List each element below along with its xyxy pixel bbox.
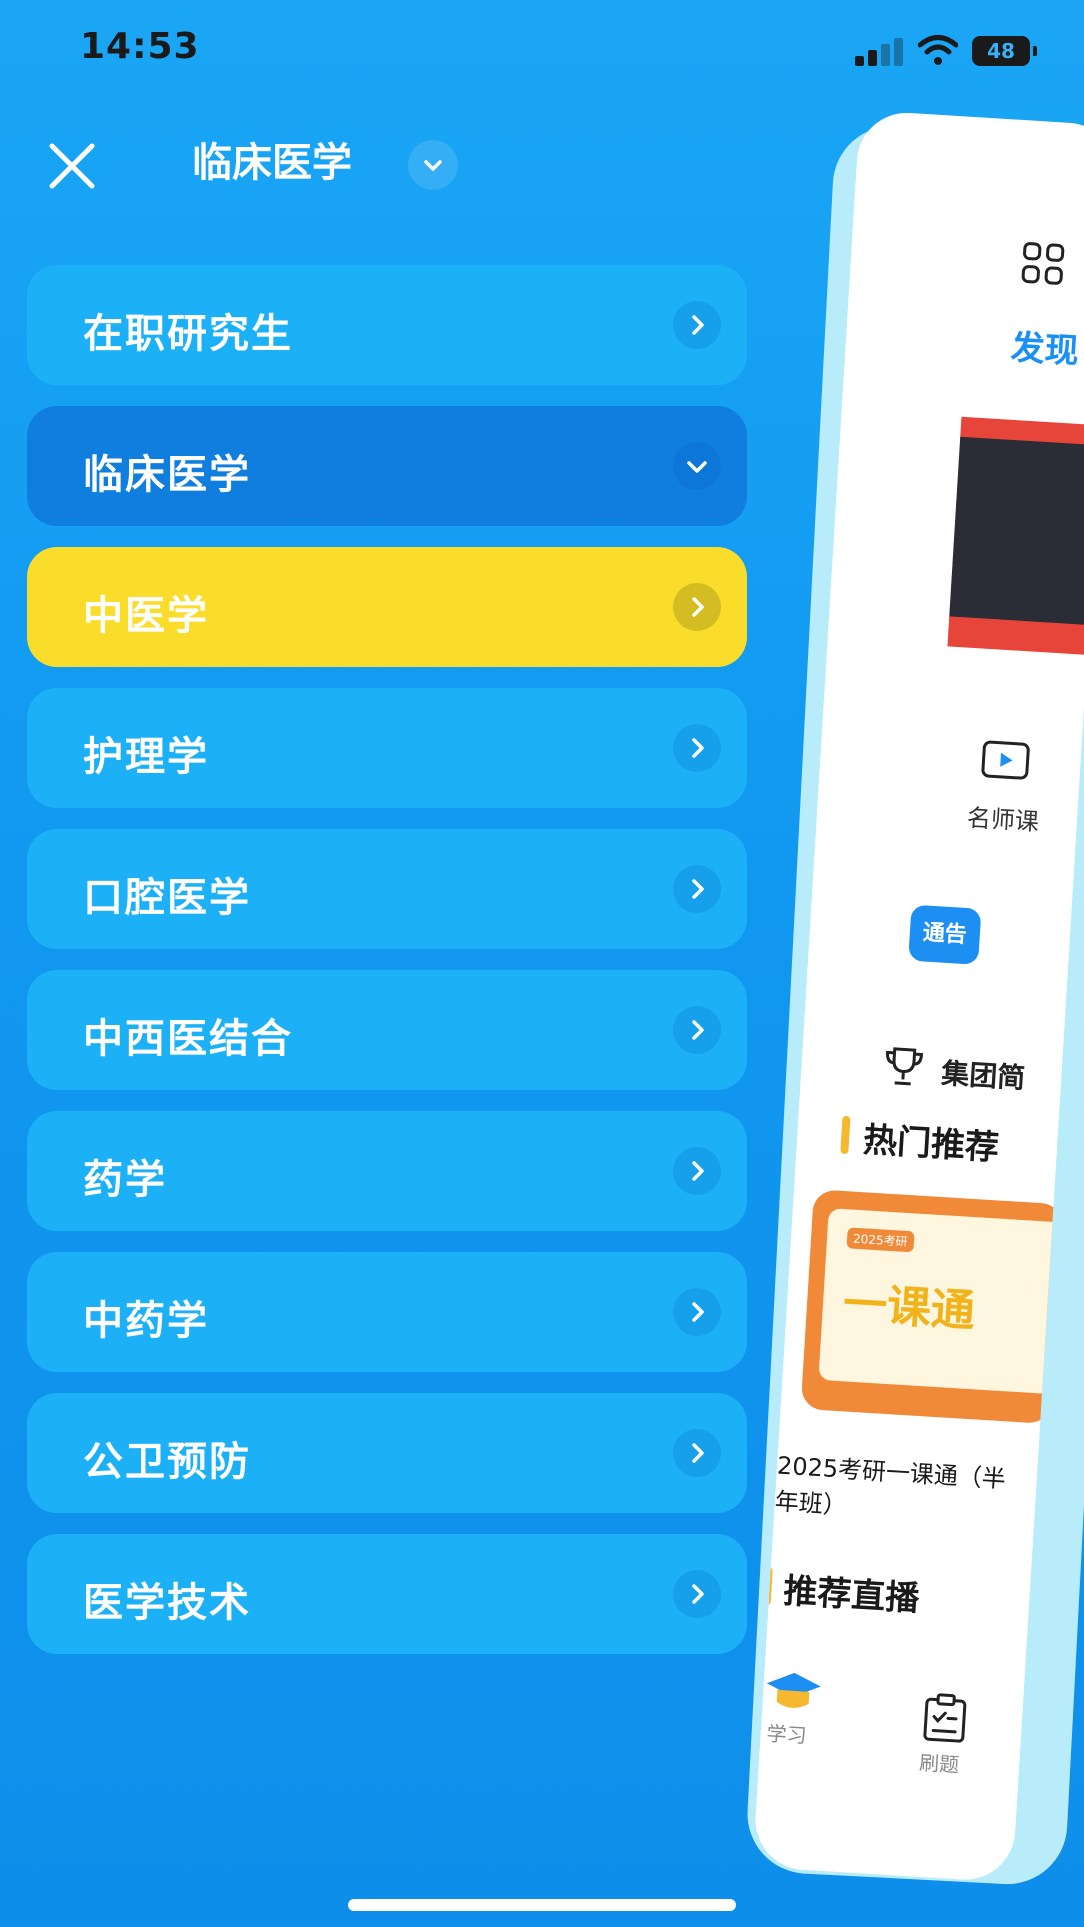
graduation-cap-icon[interactable] bbox=[762, 1667, 825, 1717]
grid-icon bbox=[1021, 242, 1065, 285]
chevron-right-icon bbox=[673, 724, 721, 772]
discover-tab[interactable]: 发现 bbox=[1009, 320, 1080, 373]
home-indicator bbox=[348, 1899, 736, 1911]
category-label: 药学 bbox=[83, 1157, 167, 1203]
status-bar: 14:53 48 bbox=[0, 0, 1084, 100]
chevron-down-icon bbox=[673, 442, 721, 490]
category-label: 公卫预防 bbox=[83, 1439, 251, 1485]
category-item[interactable]: 中西医结合 bbox=[27, 970, 747, 1090]
signal-icon bbox=[855, 38, 905, 66]
category-label: 中药学 bbox=[83, 1298, 209, 1344]
category-label: 在职研究生 bbox=[83, 311, 293, 357]
close-icon[interactable] bbox=[44, 138, 100, 194]
live-recommend-title: 推荐直播 bbox=[782, 1571, 921, 1620]
category-label: 临床医学 bbox=[83, 452, 251, 498]
chevron-right-icon bbox=[673, 1147, 721, 1195]
category-item[interactable]: 护理学 bbox=[27, 688, 747, 808]
category-label: 口腔医学 bbox=[83, 875, 251, 921]
chevron-right-icon bbox=[673, 1570, 721, 1618]
clipboard-icon[interactable] bbox=[920, 1692, 969, 1745]
trophy-icon bbox=[885, 1047, 924, 1086]
banner-image[interactable] bbox=[947, 416, 1084, 659]
category-item[interactable]: 中医学 bbox=[27, 547, 747, 667]
wifi-icon bbox=[918, 35, 958, 65]
category-item[interactable]: 临床医学 bbox=[27, 406, 747, 526]
chevron-right-icon bbox=[673, 1429, 721, 1477]
tab-practice[interactable]: 刷题 bbox=[918, 1747, 960, 1778]
category-item[interactable]: 药学 bbox=[27, 1111, 747, 1231]
chevron-right-icon bbox=[673, 583, 721, 631]
category-item[interactable]: 口腔医学 bbox=[27, 829, 747, 949]
category-item[interactable]: 在职研究生 bbox=[27, 265, 747, 385]
chevron-right-icon bbox=[673, 301, 721, 349]
category-item[interactable]: 医学技术 bbox=[27, 1534, 747, 1654]
course-thumbnail[interactable]: 2025考研 一课通 bbox=[800, 1189, 1064, 1425]
course-title[interactable]: 2025考研一课通（半年班） bbox=[774, 1448, 1028, 1535]
video-play-icon bbox=[981, 740, 1030, 780]
battery-icon: 48 bbox=[972, 36, 1037, 66]
header: 临床医学 bbox=[0, 100, 790, 220]
course-tag: 2025考研 bbox=[846, 1227, 915, 1253]
course-thumb-title: 一课通 bbox=[841, 1278, 977, 1338]
category-item[interactable]: 公卫预防 bbox=[27, 1393, 747, 1513]
category-label: 中医学 bbox=[83, 593, 209, 639]
category-label: 护理学 bbox=[83, 734, 209, 780]
chevron-down-icon bbox=[424, 160, 442, 171]
hot-recommend-title: 热门推荐 bbox=[861, 1120, 1001, 1169]
category-item[interactable]: 中药学 bbox=[27, 1252, 747, 1372]
notice-badge[interactable]: 通告 bbox=[908, 904, 982, 965]
category-label: 医学技术 bbox=[83, 1580, 251, 1626]
tab-learn[interactable]: 学习 bbox=[766, 1717, 808, 1748]
chevron-right-icon bbox=[673, 1288, 721, 1336]
category-list: 在职研究生 临床医学 中医学 护理学 口腔医学 中西医结合 药学 中药学 公卫预… bbox=[27, 265, 747, 1675]
group-intro-label[interactable]: 集团简 bbox=[940, 1052, 1026, 1097]
status-time: 14:53 bbox=[80, 26, 200, 67]
section-accent-bar bbox=[840, 1115, 851, 1155]
category-label: 中西医结合 bbox=[83, 1016, 293, 1062]
chevron-right-icon bbox=[673, 865, 721, 913]
title-dropdown-button[interactable] bbox=[408, 140, 458, 190]
chevron-right-icon bbox=[673, 1006, 721, 1054]
teacher-course-label[interactable]: 名师课 bbox=[966, 798, 1040, 837]
page-title[interactable]: 临床医学 bbox=[192, 130, 352, 188]
